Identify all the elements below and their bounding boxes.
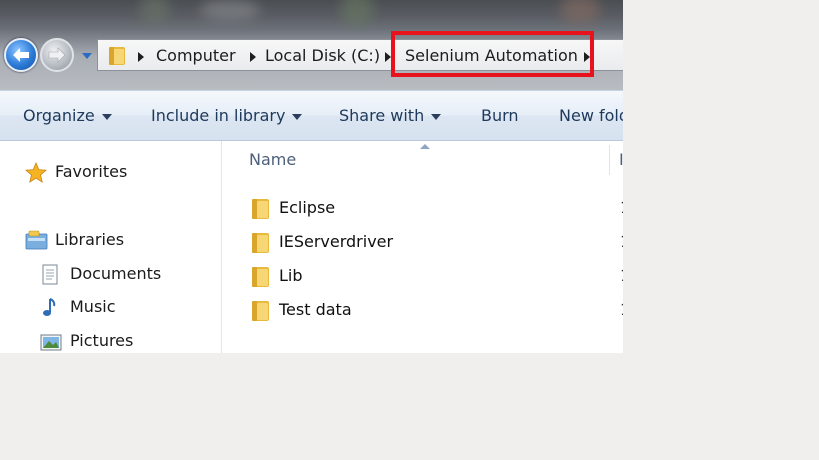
background-blur	[140, 0, 170, 24]
organize-menu[interactable]: Organize	[23, 91, 112, 141]
forward-button[interactable]	[40, 38, 74, 72]
file-name: Test data	[279, 300, 352, 319]
background-blur	[560, 0, 600, 24]
breadcrumb-computer[interactable]: Computer	[156, 45, 236, 67]
navigation-pane: Favorites Libraries Documents Music Pict…	[0, 141, 222, 353]
folder-icon	[252, 301, 269, 321]
background-blur	[340, 0, 374, 26]
explorer-window: Computer Local Disk (C:) Selenium Automa…	[0, 0, 623, 353]
dropdown-caret-icon	[101, 113, 112, 120]
column-header-name[interactable]: Name	[249, 150, 296, 169]
command-bar: Organize Include in library Share with B…	[0, 90, 623, 141]
dropdown-caret-icon	[292, 113, 303, 120]
nav-favorites-label: Favorites	[55, 162, 128, 181]
file-name: IEServerdriver	[279, 232, 394, 251]
address-bar-area: Computer Local Disk (C:) Selenium Automa…	[0, 0, 623, 90]
folder-icon	[109, 47, 125, 65]
file-row-test-data[interactable]: Test data 1	[249, 295, 623, 325]
file-date-partial: 1	[620, 299, 623, 321]
folder-icon	[252, 233, 269, 253]
file-row-lib[interactable]: Lib 1	[249, 261, 623, 291]
libraries-icon	[25, 230, 48, 250]
highlight-box	[391, 31, 594, 77]
include-in-library-menu[interactable]: Include in library	[151, 91, 303, 141]
nav-libraries-label: Libraries	[55, 230, 125, 249]
nav-pictures-label: Pictures	[70, 331, 134, 350]
breadcrumb-separator[interactable]	[250, 52, 256, 62]
file-row-eclipse[interactable]: Eclipse 1	[249, 193, 623, 223]
file-name: Eclipse	[279, 198, 336, 217]
back-button[interactable]	[4, 38, 38, 72]
file-name: Lib	[279, 266, 303, 285]
music-note-icon	[43, 298, 56, 316]
file-list: Name I Eclipse 1 IEServerdriver 1	[222, 141, 623, 353]
recent-pages-button[interactable]	[80, 50, 94, 62]
new-folder-button[interactable]: New fold	[559, 91, 623, 141]
breadcrumb-separator[interactable]	[138, 52, 144, 62]
documents-icon	[42, 264, 58, 285]
share-with-menu[interactable]: Share with	[339, 91, 442, 141]
burn-button[interactable]: Burn	[481, 91, 519, 141]
file-row-ieserverdriver[interactable]: IEServerdriver 1	[249, 227, 623, 257]
file-date-partial: 1	[620, 231, 623, 253]
nav-documents-label: Documents	[70, 264, 162, 283]
share-with-label: Share with	[339, 106, 425, 125]
breadcrumb-local-disk[interactable]: Local Disk (C:)	[265, 45, 380, 67]
dropdown-caret-icon	[431, 113, 442, 120]
file-date-partial: 1	[620, 265, 623, 287]
include-in-library-label: Include in library	[151, 106, 286, 125]
column-divider[interactable]	[609, 145, 610, 175]
back-arrow-icon	[13, 48, 29, 62]
sort-ascending-icon	[420, 144, 430, 149]
folder-icon	[252, 267, 269, 287]
star-icon	[25, 162, 47, 183]
pictures-icon	[40, 334, 62, 351]
file-date-partial: 1	[620, 197, 623, 219]
column-header-date[interactable]: I	[619, 150, 623, 169]
nav-music-label: Music	[70, 297, 116, 316]
chevron-down-icon	[82, 52, 92, 59]
folder-icon	[252, 199, 269, 219]
forward-arrow-icon	[48, 47, 66, 63]
organize-label: Organize	[23, 106, 95, 125]
background-blur	[200, 0, 260, 20]
